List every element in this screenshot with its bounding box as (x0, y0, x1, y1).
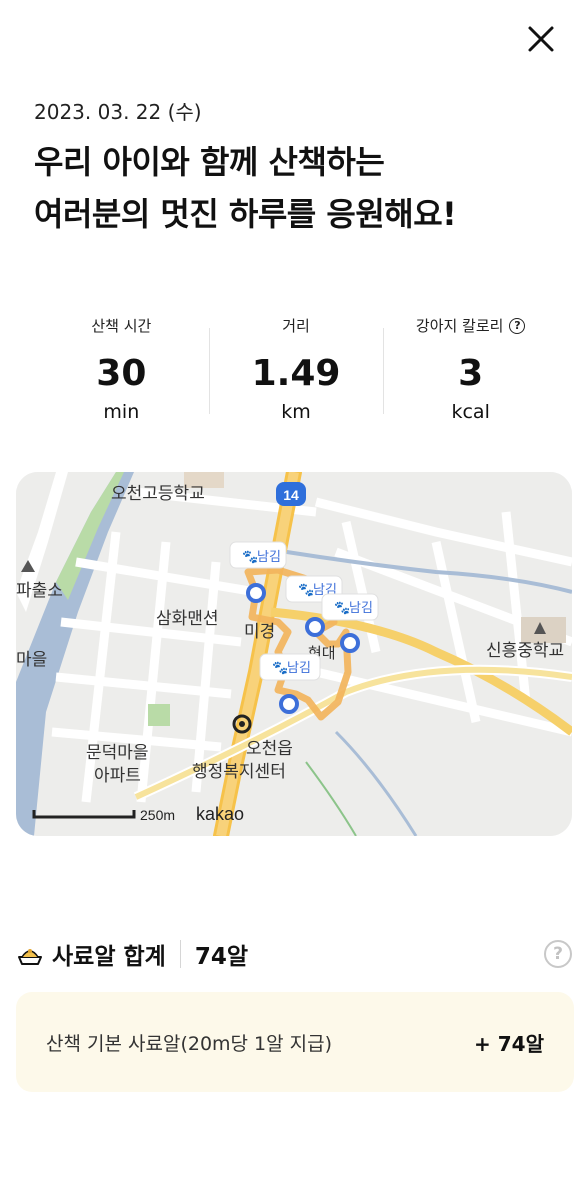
map-label-village: 문덕마을 (86, 743, 149, 762)
stat-label: 강아지 칼로리 (415, 317, 504, 335)
stat-dog-calories: 강아지 칼로리 ? 3 kcal (383, 312, 558, 423)
svg-text:🐾: 🐾 (272, 660, 288, 675)
reward-amount: + 74알 (474, 1031, 544, 1056)
divider (179, 940, 181, 968)
stat-unit: min (103, 401, 140, 423)
map-label-left-cut: 마을 (16, 650, 47, 669)
svg-text:🐾: 🐾 (242, 549, 258, 564)
stat-value: 3 (458, 353, 484, 394)
stat-value: 30 (96, 353, 147, 394)
stat-walk-time: 산책 시간 30 min (34, 312, 209, 423)
map-label-center: 오천읍 (246, 739, 293, 758)
svg-text:남김: 남김 (349, 600, 373, 615)
food-summary-header: 사료알 합계 74알 ? (16, 930, 576, 978)
reward-label: 산책 기본 사료알(20m당 1알 지급) (46, 1032, 333, 1055)
stat-value: 1.49 (251, 353, 341, 394)
map-label-center2: 행정복지센터 (192, 762, 286, 781)
headline-line-1: 우리 아이와 함께 산책하는 (34, 143, 385, 181)
map-label-apt: 미경 (244, 622, 275, 641)
map-label-school2: 신흥중학교 (486, 641, 564, 660)
page-title: 우리 아이와 함께 산책하는 여러분의 멋진 하루를 응원해요! (34, 136, 457, 240)
map-label-school: 오천고등학교 (111, 484, 205, 503)
stat-label: 거리 (282, 317, 310, 335)
food-total-count: 74알 (194, 944, 248, 970)
svg-text:남김: 남김 (287, 660, 311, 675)
food-reward-row: 산책 기본 사료알(20m당 1알 지급) + 74알 (16, 992, 574, 1092)
map-label-police: 파출소 (16, 581, 63, 600)
map-brand-logo: kakao (196, 804, 244, 824)
walk-stats: 산책 시간 30 min 거리 1.49 km 강아지 칼로리 ? 3 kcal (34, 312, 558, 423)
map-scale-label: 250m (140, 807, 175, 823)
map-label-village2: 아파트 (94, 766, 141, 785)
svg-text:남김: 남김 (257, 549, 281, 564)
close-icon[interactable] (520, 18, 562, 60)
stat-unit: km (281, 401, 311, 423)
headline-line-2: 여러분의 멋진 하루를 응원해요! (34, 195, 457, 233)
food-bowl-icon (18, 949, 42, 965)
svg-text:14: 14 (283, 487, 299, 503)
svg-text:🐾: 🐾 (298, 582, 314, 597)
stat-distance: 거리 1.49 km (208, 312, 384, 423)
walk-route-map[interactable]: 오천고등학교 파출소 삼화맨션 미경 현대 문덕마을 아파트 오천읍 행정복지센… (16, 472, 572, 836)
food-help-icon[interactable]: ? (544, 940, 572, 968)
stat-unit: kcal (451, 401, 490, 423)
svg-text:🐾: 🐾 (334, 600, 350, 615)
food-summary-title: 사료알 합계 (52, 944, 166, 970)
stat-label: 산책 시간 (91, 317, 152, 335)
walk-date: 2023. 03. 22 (수) (34, 100, 202, 124)
map-label-mansion: 삼화맨션 (156, 609, 219, 628)
calorie-help-icon[interactable]: ? (509, 318, 526, 334)
